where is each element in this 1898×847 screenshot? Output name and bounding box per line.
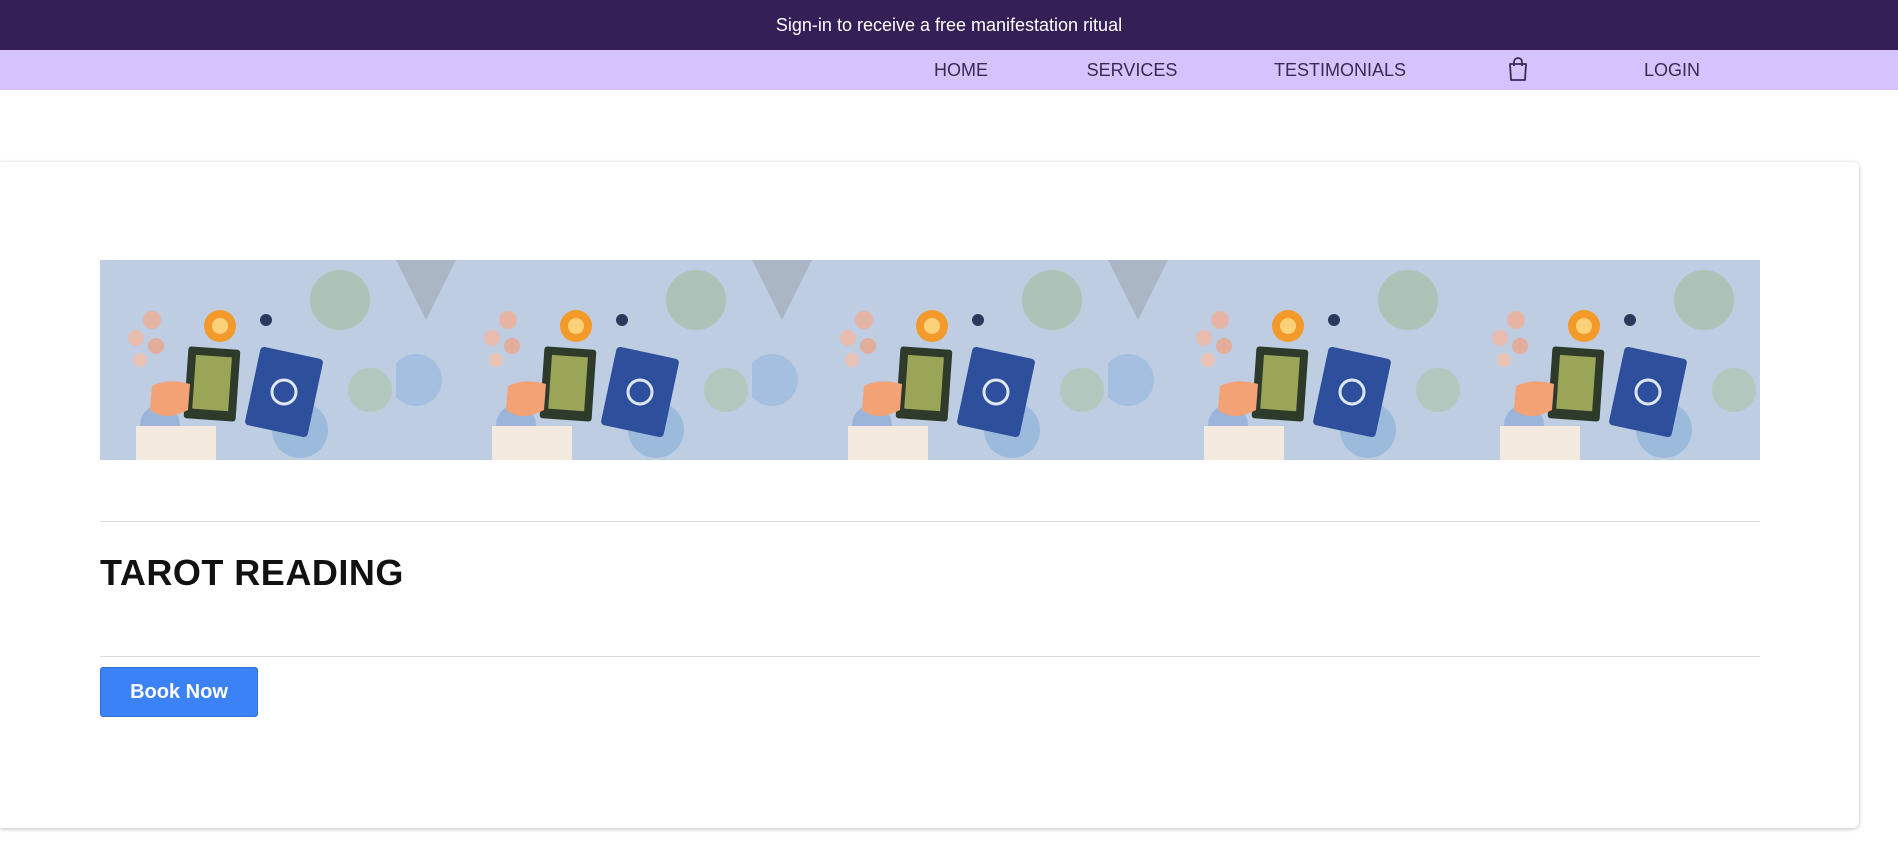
gallery-image <box>1464 260 1760 460</box>
divider-bottom <box>100 656 1760 657</box>
book-now-button[interactable]: Book Now <box>100 667 258 717</box>
shopping-bag-icon[interactable] <box>1505 56 1531 82</box>
gallery-image <box>100 260 396 460</box>
divider-top <box>100 521 1760 522</box>
gallery-image <box>1108 260 1464 460</box>
nav-testimonials[interactable]: TESTIMONIALS <box>1274 50 1406 90</box>
service-title: TAROT READING <box>100 552 404 593</box>
nav-home[interactable]: HOME <box>934 50 988 90</box>
promo-banner: Sign-in to receive a free manifestation … <box>0 0 1898 50</box>
gallery-image <box>396 260 752 460</box>
promo-banner-text: Sign-in to receive a free manifestation … <box>775 14 1123 35</box>
nav-login[interactable]: LOGIN <box>1644 50 1700 90</box>
main-nav: HOME SERVICES TESTIMONIALS LOGIN <box>0 50 1898 90</box>
service-image-gallery[interactable] <box>100 260 1760 460</box>
gallery-image <box>752 260 1108 460</box>
nav-services[interactable]: SERVICES <box>1087 50 1178 90</box>
